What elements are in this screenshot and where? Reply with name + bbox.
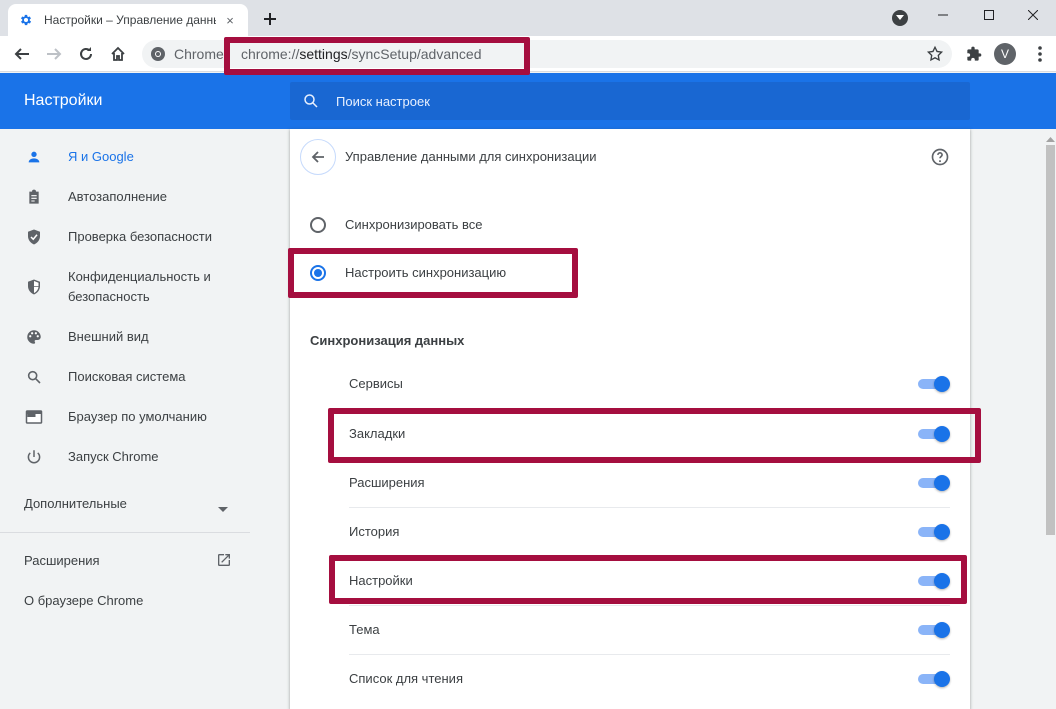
home-icon[interactable] <box>106 42 130 66</box>
sync-toggle[interactable] <box>918 426 950 442</box>
scrollbar-thumb[interactable] <box>1046 145 1055 535</box>
shield-check-icon <box>24 227 44 247</box>
sync-toggle[interactable] <box>918 376 950 392</box>
sync-toggle[interactable] <box>918 622 950 638</box>
scroll-up-icon[interactable] <box>1046 131 1055 142</box>
close-window-button[interactable] <box>1010 0 1056 30</box>
chevron-down-icon <box>218 500 228 518</box>
menu-dots-icon[interactable] <box>1028 42 1052 66</box>
sidebar-item-label: Поисковая система <box>68 369 186 384</box>
sidebar-item-extensions[interactable]: Расширения <box>0 551 250 571</box>
reload-icon[interactable] <box>74 42 98 66</box>
sync-toggle[interactable] <box>918 573 950 589</box>
browser-icon <box>24 407 44 427</box>
gear-icon <box>18 12 34 28</box>
browser-toolbar: Chrome chrome://settings/syncSetup/advan… <box>0 36 1056 72</box>
avatar[interactable]: V <box>994 43 1016 65</box>
sidebar-item-safety-check[interactable]: Проверка безопасности <box>0 227 250 247</box>
sidebar-item-label: Автозаполнение <box>68 189 168 204</box>
tab-strip: Настройки – Управление данными для синхр… <box>0 0 1056 36</box>
close-tab-icon[interactable]: × <box>222 12 238 28</box>
sidebar-item-you-and-google[interactable]: Я и Google <box>0 147 250 167</box>
sync-row-theme: Тема <box>349 605 950 654</box>
sidebar-item-label: Внешний вид <box>68 329 149 344</box>
radio-sync-all[interactable]: Синхронизировать все <box>310 213 910 237</box>
radio-label: Настроить синхронизацию <box>345 265 507 280</box>
search-icon <box>302 92 320 110</box>
shield-icon <box>24 277 44 297</box>
search-icon <box>24 367 44 387</box>
sync-row-history: История <box>349 507 950 556</box>
sync-toggle[interactable] <box>918 475 950 491</box>
sidebar-item-label: Запуск Chrome <box>68 449 159 464</box>
sidebar-item-search-engine[interactable]: Поисковая система <box>0 367 250 387</box>
sync-settings-card: Управление данными для синхронизации Син… <box>290 129 970 709</box>
site-chip: Chrome <box>174 46 224 62</box>
sidebar-item-label: Конфиденциальность и безопасность <box>68 269 211 304</box>
person-icon <box>24 147 44 167</box>
open-in-new-icon <box>216 552 232 573</box>
sync-item-label: Список для чтения <box>349 671 463 686</box>
sidebar-advanced[interactable]: Дополнительные <box>0 494 250 514</box>
sidebar-item-label: Я и Google <box>68 149 134 164</box>
sync-item-label: Тема <box>349 622 380 637</box>
sidebar-item-on-startup[interactable]: Запуск Chrome <box>0 447 250 467</box>
radio-button[interactable] <box>310 217 326 233</box>
sync-row-reading-list: Список для чтения <box>349 654 950 703</box>
sidebar-item-about[interactable]: О браузере Chrome <box>0 591 250 611</box>
search-placeholder: Поиск настроек <box>336 94 430 109</box>
maximize-button[interactable] <box>966 0 1012 30</box>
sidebar-item-default-browser[interactable]: Браузер по умолчанию <box>0 407 250 427</box>
sync-item-label: История <box>349 524 400 539</box>
omnibox-separator <box>226 46 227 62</box>
sync-toggle[interactable] <box>918 524 950 540</box>
radio-custom-sync[interactable]: Настроить синхронизацию <box>310 261 910 285</box>
subpage-title: Управление данными для синхронизации <box>345 149 597 164</box>
tab-title: Настройки – Управление данными для синхр… <box>44 13 216 27</box>
new-tab-button[interactable] <box>259 8 281 30</box>
address-bar[interactable]: Chrome chrome://settings/syncSetup/advan… <box>142 40 952 68</box>
sidebar-item-label: О браузере Chrome <box>24 593 144 608</box>
sync-item-label: Закладки <box>349 426 406 441</box>
page-title: Настройки <box>24 92 103 109</box>
forward-arrow-icon[interactable] <box>42 42 66 66</box>
sync-item-label: Настройки <box>349 573 413 588</box>
minimize-button[interactable] <box>920 0 966 30</box>
search-input[interactable]: Поиск настроек <box>290 82 970 120</box>
back-arrow-icon[interactable] <box>10 42 34 66</box>
chevron-down-icon[interactable] <box>892 10 908 26</box>
chrome-logo-icon <box>150 46 166 62</box>
sidebar-item-privacy[interactable]: Конфиденциальность и безопасность <box>0 267 250 307</box>
radio-label: Синхронизировать все <box>345 217 483 232</box>
page-scrollbar[interactable] <box>1045 129 1056 709</box>
help-icon[interactable] <box>930 147 950 167</box>
section-title: Синхронизация данных <box>310 333 465 348</box>
sidebar-item-label: Проверка безопасности <box>68 229 213 244</box>
sidebar-item-appearance[interactable]: Внешний вид <box>0 327 250 347</box>
sidebar-divider <box>0 532 250 533</box>
star-icon[interactable] <box>926 45 944 63</box>
sync-row-extensions: Расширения <box>349 458 950 507</box>
back-button[interactable] <box>300 139 336 175</box>
sync-item-label: Расширения <box>349 475 425 490</box>
sync-row-settings: Настройки <box>349 556 950 605</box>
sidebar-item-label: Браузер по умолчанию <box>68 409 207 424</box>
clipboard-icon <box>24 187 44 207</box>
sync-row-services: Сервисы <box>349 360 950 409</box>
settings-header: Настройки Поиск настроек <box>0 73 1056 129</box>
tab-settings[interactable]: Настройки – Управление данными для синхр… <box>8 4 248 36</box>
sidebar-advanced-label: Дополнительные <box>24 496 127 511</box>
sidebar-item-label: Расширения <box>24 553 100 568</box>
sidebar: Я и Google Автозаполнение Проверка безоп… <box>0 129 260 709</box>
extensions-puzzle-icon[interactable] <box>962 42 986 66</box>
power-icon <box>24 447 44 467</box>
back-arrow-icon <box>311 151 324 163</box>
url-text[interactable]: chrome://settings/syncSetup/advanced <box>241 46 481 62</box>
sync-row-bookmarks: Закладки <box>349 409 950 458</box>
sidebar-item-autofill[interactable]: Автозаполнение <box>0 187 250 207</box>
radio-button-selected[interactable] <box>310 265 326 281</box>
sync-toggle[interactable] <box>918 671 950 687</box>
palette-icon <box>24 327 44 347</box>
sync-item-label: Сервисы <box>349 376 403 391</box>
